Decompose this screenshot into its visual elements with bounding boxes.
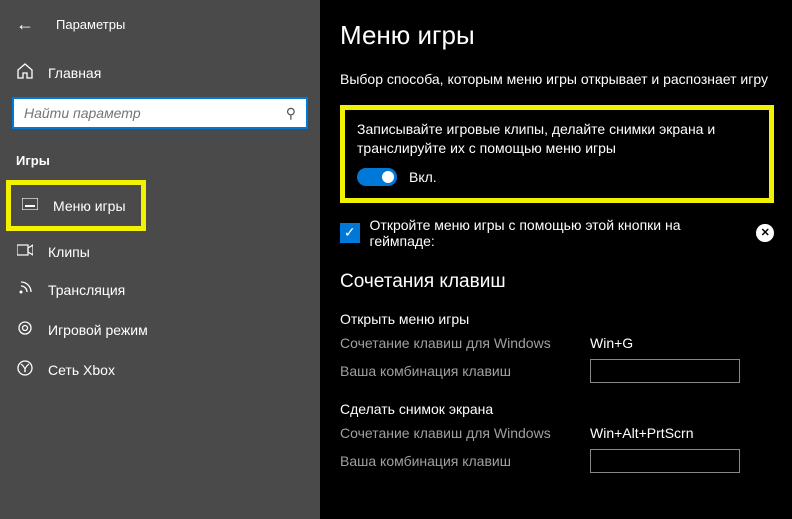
search-input[interactable] — [24, 105, 286, 121]
sidebar-item-label: Трансляция — [48, 282, 125, 298]
shortcut-win-label: Сочетание клавиш для Windows — [340, 425, 590, 441]
shortcut-user-input[interactable] — [590, 449, 740, 473]
titlebar: ← Параметры — [0, 10, 320, 53]
sidebar: ← Параметры Главная ⚲ Игры Меню игры Кли… — [0, 0, 320, 519]
broadcast-icon — [16, 280, 34, 300]
search-icon: ⚲ — [286, 105, 296, 122]
page-title: Меню игры — [340, 20, 774, 51]
toggle-knob — [382, 171, 394, 183]
gamemode-icon — [16, 320, 34, 340]
shortcut-windows-line: Сочетание клавиш для Windows Win+G — [340, 335, 774, 351]
category-heading: Игры — [0, 147, 320, 178]
sidebar-item-gamebar-highlight: Меню игры — [6, 180, 146, 231]
sidebar-item-label: Меню игры — [53, 198, 126, 214]
toggle-label: Вкл. — [409, 169, 437, 185]
page-subtitle: Выбор способа, которым меню игры открыва… — [340, 71, 774, 87]
search-box[interactable]: ⚲ — [12, 97, 308, 129]
shortcut-group-open: Открыть меню игры Сочетание клавиш для W… — [340, 311, 774, 383]
sidebar-item-gamemode[interactable]: Игровой режим — [0, 310, 320, 350]
sidebar-item-label: Клипы — [48, 244, 90, 260]
sidebar-item-label: Главная — [48, 65, 101, 81]
shortcut-windows-line: Сочетание клавиш для Windows Win+Alt+Prt… — [340, 425, 774, 441]
sidebar-item-xbox[interactable]: Сеть Xbox — [0, 350, 320, 390]
shortcut-title: Сделать снимок экрана — [340, 401, 774, 417]
shortcut-user-label: Ваша комбинация клавиш — [340, 363, 590, 379]
home-icon — [16, 63, 34, 83]
shortcut-user-line: Ваша комбинация клавиш — [340, 449, 774, 473]
gamebar-icon — [21, 197, 39, 214]
sidebar-item-label: Сеть Xbox — [48, 362, 115, 378]
panel-description: Записывайте игровые клипы, делайте снимк… — [357, 120, 757, 158]
shortcut-title: Открыть меню игры — [340, 311, 774, 327]
shortcut-user-label: Ваша комбинация клавиш — [340, 453, 590, 469]
controller-checkbox-row: ✓ Откройте меню игры с помощью этой кноп… — [340, 217, 774, 249]
search-container: ⚲ — [0, 93, 320, 147]
shortcuts-heading: Сочетания клавиш — [340, 271, 774, 293]
sidebar-item-clips[interactable]: Клипы — [0, 233, 320, 270]
shortcut-win-value: Win+Alt+PrtScrn — [590, 425, 693, 441]
sidebar-item-label: Игровой режим — [48, 322, 148, 338]
controller-checkbox[interactable]: ✓ — [340, 223, 360, 243]
gamebar-toggle-panel: Записывайте игровые клипы, делайте снимк… — [340, 105, 774, 203]
shortcut-user-line: Ваша комбинация клавиш — [340, 359, 774, 383]
sidebar-item-broadcast[interactable]: Трансляция — [0, 270, 320, 310]
shortcut-win-label: Сочетание клавиш для Windows — [340, 335, 590, 351]
checkbox-label: Откройте меню игры с помощью этой кнопки… — [370, 217, 741, 249]
gamebar-toggle[interactable] — [357, 168, 397, 186]
content-area: Меню игры Выбор способа, которым меню иг… — [320, 0, 792, 519]
shortcut-group-screenshot: Сделать снимок экрана Сочетание клавиш д… — [340, 401, 774, 473]
sidebar-item-gamebar[interactable]: Меню игры — [21, 191, 131, 220]
shortcut-win-value: Win+G — [590, 335, 633, 351]
toggle-row: Вкл. — [357, 168, 757, 186]
clips-icon — [16, 243, 34, 260]
shortcut-user-input[interactable] — [590, 359, 740, 383]
xbox-icon — [16, 360, 34, 380]
window-title: Параметры — [56, 17, 125, 32]
xbox-button-icon: ✕ — [756, 224, 774, 242]
sidebar-item-home[interactable]: Главная — [0, 53, 320, 93]
back-icon[interactable]: ← — [16, 14, 34, 35]
